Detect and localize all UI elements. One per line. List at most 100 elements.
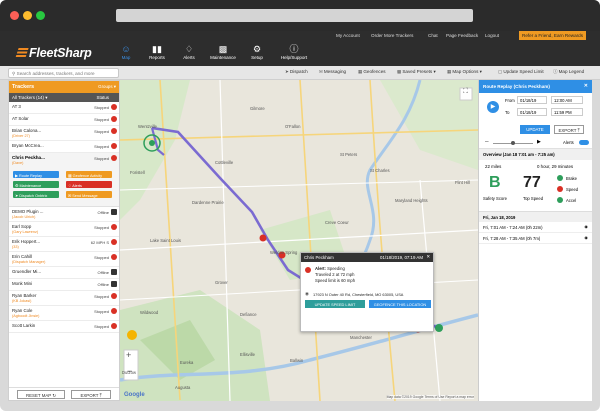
zoom-in-button[interactable]: + [126, 350, 131, 360]
from-time-input[interactable]: 12:00 AM [551, 96, 583, 104]
tracker-row[interactable]: AT 3 Stopped [9, 102, 119, 114]
map-place-label: Wentzville [138, 124, 158, 129]
brand-logo[interactable]: FleetSharp [15, 46, 92, 60]
nav-maintenance[interactable]: ▩ Maintenance [208, 43, 238, 60]
map-place-label: Augusta [175, 385, 191, 390]
status-icon [111, 239, 117, 245]
tracker-name: Erin Cahill [12, 254, 33, 259]
to-date-input[interactable]: 01/18/19 [517, 108, 547, 116]
close-icon[interactable]: ✕ [584, 83, 588, 89]
dispatch-button[interactable]: ➤Dispatch [285, 69, 308, 75]
minimize-dot[interactable] [23, 11, 32, 20]
maintenance-button[interactable]: ⚙ Maintenance [13, 181, 59, 188]
alert-type: Speeding [327, 266, 345, 271]
nav-reports[interactable]: ▮▮ Reports [142, 43, 172, 60]
export-button[interactable]: EXPORT ⤒ [71, 390, 111, 399]
map-place-label: Wildwood [140, 310, 159, 315]
logo-icon [15, 48, 29, 58]
tracker-row[interactable]: Ryan Barker (KB Jokasi) Stopped [9, 291, 119, 306]
geofence-location-button[interactable]: GEOFENCE THIS LOCATION [369, 300, 431, 308]
action-label: Geofence Activity [72, 173, 102, 178]
tracker-status: Stopped [94, 324, 109, 329]
play-button[interactable]: ▶ [487, 101, 499, 113]
slider-handle[interactable] [511, 141, 515, 145]
tracker-row[interactable]: Erin Cahill (Dispatch Manager) Stopped [9, 252, 119, 267]
close-dot[interactable] [10, 11, 19, 20]
from-date-input[interactable]: 01/18/19 [517, 96, 547, 104]
safety-score-label: Safety Score [483, 196, 507, 201]
location-icon: ◉ [305, 291, 309, 296]
geofence-icon: ▦ [358, 69, 363, 74]
nav-label: Reports [149, 55, 165, 60]
update-speed-limit-button[interactable]: UPDATE SPEED LIMIT [305, 300, 365, 308]
geofence-activity-button[interactable]: ▦ Geofence Activity [66, 171, 112, 178]
selected-tracker[interactable]: Chris Peckha... (Dave) Stopped ▶ Route R… [9, 153, 119, 207]
trackers-filter[interactable]: All Trackers (14) ▾ Status [9, 93, 119, 102]
nav-help[interactable]: ⓘ Help/Support [276, 43, 312, 60]
toolbar-label: Saved Presets [402, 69, 433, 74]
tracker-row[interactable]: DEMO Plugin ... (Jacob Ulrich) Offline [9, 207, 119, 222]
tracker-row[interactable]: Bryan McCrea... Stopped [9, 141, 119, 153]
alerts-button[interactable]: ♢ Alerts [66, 181, 112, 188]
search-input[interactable]: ⚲ Search addresses, trackers, and more [8, 68, 119, 78]
tracker-row[interactable]: Erik Hoppert... (33) 62 MPH S [9, 237, 119, 252]
tracker-row[interactable]: Gruendler Mi... Offline [9, 267, 119, 279]
top-speed-label: Top Speed [523, 196, 544, 201]
tracker-list: AT 3 Stopped AT Solar Stopped Brian Calona..… [9, 102, 119, 153]
nav-map[interactable]: ☺ Map [111, 43, 141, 60]
tracker-row[interactable]: Scott Larkin Stopped [9, 321, 119, 333]
send-message-button[interactable]: ✉ Send Message [66, 191, 112, 198]
zoom-out-button[interactable]: − [127, 366, 132, 376]
map-options-button[interactable]: ▦Map Options ▾ [447, 69, 482, 75]
geofences-button[interactable]: ▦Geofences [358, 69, 386, 75]
close-icon[interactable]: ✕ [426, 254, 430, 260]
feedback-link[interactable]: Page Feedback [446, 33, 478, 38]
tracker-row[interactable]: Earl Sopp (Gary Lawrenz) Stopped [9, 222, 119, 237]
trip-label: Fri, 7:28 AM - 7:35 AM (0h 7m) [483, 236, 541, 241]
safety-summary: B Safety Score 77 Top Speed Brake Speed … [479, 172, 592, 212]
messaging-button[interactable]: ✉Messaging [319, 69, 346, 75]
refer-link[interactable]: Refer a Friend, Earn Rewards [519, 31, 587, 40]
order-trackers-link[interactable]: Order More Trackers [371, 33, 413, 38]
tracker-row[interactable]: Ryan Cole (Agboodt Jinsie) Stopped [9, 306, 119, 321]
map-legend-button[interactable]: ⓘMap Legend [553, 69, 584, 75]
trip-row[interactable]: Fri, 7:01 AM - 7:24 AM (0h 22m) ◉ [479, 222, 592, 233]
status-icon [111, 254, 117, 260]
info-icon: ⓘ [553, 69, 558, 74]
button-label: EXPORT [558, 127, 577, 133]
nav-setup[interactable]: ⚙ Setup [242, 43, 272, 60]
groups-button[interactable]: Groups ▾ [98, 84, 116, 90]
nav-alerts[interactable]: ♢ Alerts [174, 43, 204, 60]
my-account-link[interactable]: My Account [336, 33, 360, 38]
reset-label: RESET MAP [25, 392, 52, 398]
saved-presets-button[interactable]: ▩Saved Presets ▾ [397, 69, 436, 75]
chat-link[interactable]: Chat [428, 33, 438, 38]
tracker-row[interactable]: AT Solar Stopped [9, 114, 119, 126]
tracker-row[interactable]: Brian Calona... (Driver 27) Stopped [9, 126, 119, 141]
alerts-toggle[interactable] [579, 140, 589, 145]
trip-status-icon: ◉ [584, 224, 588, 229]
nav-label: Help/Support [280, 55, 308, 60]
tracker-status: Stopped [94, 144, 109, 149]
status-icon [111, 116, 117, 122]
reset-map-button[interactable]: RESET MAP ↻ [17, 390, 65, 399]
logout-link[interactable]: Logout [485, 33, 499, 38]
tracker-driver: (KB Jokasi) [12, 299, 32, 303]
to-time-input[interactable]: 11:59 PM [551, 108, 583, 116]
speed-limit-button[interactable]: ▢Update Speed Limit [498, 69, 544, 75]
top-speed: 77 [523, 174, 541, 191]
trip-row[interactable]: Fri, 7:28 AM - 7:35 AM (0h 7m) ◉ [479, 233, 592, 244]
update-button[interactable]: UPDATE [520, 125, 550, 134]
tracker-row[interactable]: Monk Mini Offline [9, 279, 119, 291]
export-replay-button[interactable]: EXPORT ⤒ [554, 125, 584, 134]
dispatch-onbtrix-button[interactable]: ➤ Dispatch Onbtrix [13, 191, 59, 198]
route-replay-button[interactable]: ▶ Route Replay [13, 171, 59, 178]
status-icon [111, 224, 117, 230]
trackers-panel: Trackers Groups ▾ All Trackers (14) ▾ Stat… [8, 80, 120, 401]
maximize-dot[interactable] [36, 11, 45, 20]
speed-slider[interactable]: ─ ▶ Alerts [479, 137, 592, 149]
map-place-label: Weldon Spring [270, 250, 298, 255]
map-canvas[interactable]: WentzvilleO'FallonSt PetersSt CharlesChe… [120, 80, 478, 401]
fullscreen-icon[interactable]: ⛶ [463, 88, 468, 96]
address-bar[interactable] [116, 9, 473, 22]
